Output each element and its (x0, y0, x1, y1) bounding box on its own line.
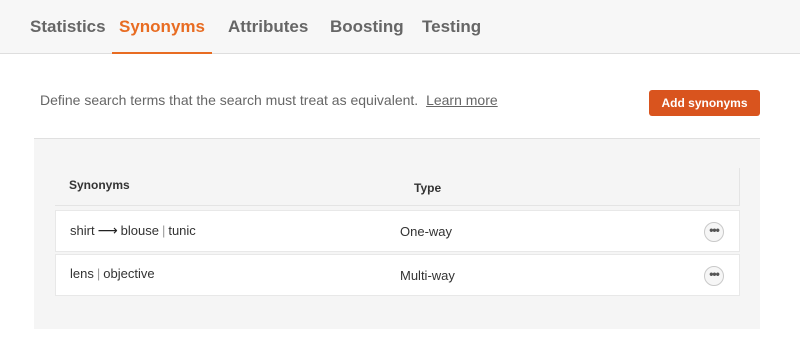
learn-more-link[interactable]: Learn more (426, 92, 498, 108)
tab-synonyms[interactable]: Synonyms (112, 0, 212, 54)
arrow-right-icon: ⟶ (97, 222, 118, 238)
table-row: shirt ⟶ blouse | tunic One-way ••• (55, 210, 740, 252)
synonyms-cell: lens | objective (70, 266, 155, 281)
column-header-synonyms: Synonyms (69, 178, 130, 192)
separator: | (96, 266, 101, 281)
add-synonyms-button[interactable]: Add synonyms (649, 90, 760, 116)
type-cell: One-way (400, 224, 453, 239)
separator: | (161, 223, 166, 238)
more-options-icon[interactable]: ••• (704, 222, 724, 242)
more-options-icon[interactable]: ••• (704, 266, 724, 286)
column-header-type: Type (414, 181, 442, 195)
tab-testing[interactable]: Testing (422, 0, 481, 54)
table-row: lens | objective Multi-way ••• (55, 254, 740, 296)
synonyms-cell: shirt ⟶ blouse | tunic (70, 222, 196, 239)
type-cell: Multi-way (400, 268, 455, 283)
tab-attributes[interactable]: Attributes (228, 0, 308, 54)
tab-statistics[interactable]: Statistics (30, 0, 106, 54)
intro-text: Define search terms that the search must… (40, 92, 498, 108)
synonym-value: objective (103, 266, 155, 281)
synonym-value: blouse (120, 223, 159, 238)
tab-bar: Statistics Synonyms Attributes Boosting … (0, 0, 800, 54)
synonym-value: tunic (168, 223, 196, 238)
table-header: Synonyms Type (55, 168, 740, 206)
tab-boosting[interactable]: Boosting (330, 0, 404, 54)
synonym-term: lens (70, 266, 94, 281)
intro-description: Define search terms that the search must… (40, 92, 419, 108)
synonym-term: shirt (70, 223, 95, 238)
